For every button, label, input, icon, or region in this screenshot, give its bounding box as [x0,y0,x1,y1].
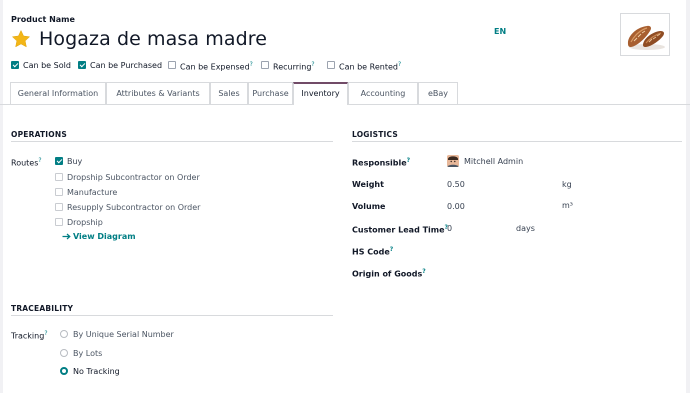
routes-label: Routes? [11,157,42,168]
operations-divider [11,141,333,142]
tab-inventory[interactable]: Inventory [293,82,348,105]
weight-field[interactable]: 0.50 [447,180,465,189]
help-icon[interactable]: ? [407,157,410,164]
tab-sales[interactable]: Sales [210,82,248,104]
tracking-none-radio[interactable] [60,367,68,375]
route-dropship-label: Dropship [67,218,103,227]
can-be-expensed-checkbox[interactable] [168,61,176,69]
product-name-label: Product Name [11,15,75,24]
can-be-expensed-label: Can be Expensed? [180,61,253,72]
help-icon[interactable]: ? [311,61,314,68]
user-avatar-icon [447,155,459,167]
help-icon[interactable]: ? [44,330,47,337]
customer-lead-time-field[interactable]: 0 [447,224,452,233]
route-buy-label: Buy [67,157,83,166]
product-options-row: Can be Sold Can be Purchased Can be Expe… [0,58,690,72]
help-icon[interactable]: ? [390,246,393,253]
can-be-sold-label: Can be Sold [23,61,71,70]
origin-of-goods-field[interactable] [447,266,677,278]
tab-purchase[interactable]: Purchase [248,82,293,104]
hs-code-field[interactable] [447,244,677,256]
route-buy-checkbox[interactable] [55,157,63,165]
tracking-serial-radio[interactable] [60,330,68,338]
logistics-divider [352,141,682,142]
tab-ebay[interactable]: eBay [418,82,458,104]
volume-unit: m³ [562,201,573,210]
can-be-rented-label: Can be Rented? [339,61,402,72]
traceability-section-title: TRACEABILITY [11,304,74,313]
operations-section-title: OPERATIONS [11,130,67,139]
tab-accounting[interactable]: Accounting [348,82,418,104]
responsible-label: Responsible? [352,157,411,168]
traceability-divider [11,315,333,316]
recurring-label: Recurring? [273,61,315,72]
help-icon[interactable]: ? [38,157,41,164]
route-dropship-checkbox[interactable] [55,218,63,226]
avatar [447,155,459,167]
recurring-checkbox[interactable] [261,61,269,69]
tracking-none-label: No Tracking [73,367,120,376]
view-diagram-link[interactable]: View Diagram [62,232,136,241]
can-be-rented-checkbox[interactable] [327,61,335,69]
responsible-field[interactable]: Mitchell Admin [464,157,523,166]
route-resupply-subcontractor-label: Resupply Subcontractor on Order [67,203,201,212]
tracking-label: Tracking? [11,330,48,341]
can-be-sold-checkbox[interactable] [11,61,19,69]
arrow-right-icon [62,233,71,239]
help-icon[interactable]: ? [250,61,253,68]
tab-attributes-variants[interactable]: Attributes & Variants [106,82,210,104]
tracking-lots-radio[interactable] [60,349,68,357]
route-dropship-subcontractor-checkbox[interactable] [55,173,63,181]
can-be-purchased-checkbox[interactable] [78,61,86,69]
route-dropship-subcontractor-label: Dropship Subcontractor on Order [67,173,200,182]
language-button[interactable]: EN [494,27,506,36]
product-image[interactable] [620,13,670,56]
can-be-purchased-label: Can be Purchased [90,61,163,70]
tracking-serial-label: By Unique Serial Number [73,330,174,339]
bread-photo-icon [621,14,669,55]
logistics-section-title: LOGISTICS [352,130,398,139]
lead-time-unit: days [516,224,535,233]
origin-of-goods-label: Origin of Goods? [352,268,426,279]
volume-label: Volume [352,202,386,211]
help-icon[interactable]: ? [398,61,401,68]
route-manufacture-label: Manufacture [67,188,118,197]
route-resupply-subcontractor-checkbox[interactable] [55,203,63,211]
customer-lead-time-label: Customer Lead Time? [352,224,449,235]
tab-general-information[interactable]: General Information [10,82,106,104]
weight-unit: kg [562,180,572,189]
hs-code-label: HS Code? [352,246,394,257]
help-icon[interactable]: ? [422,268,425,275]
weight-label: Weight [352,180,384,189]
volume-field[interactable]: 0.00 [447,202,465,211]
star-icon[interactable] [11,29,31,49]
tracking-lots-label: By Lots [73,349,103,358]
product-name-field[interactable]: Hogaza de masa madre [39,28,267,50]
route-manufacture-checkbox[interactable] [55,188,63,196]
